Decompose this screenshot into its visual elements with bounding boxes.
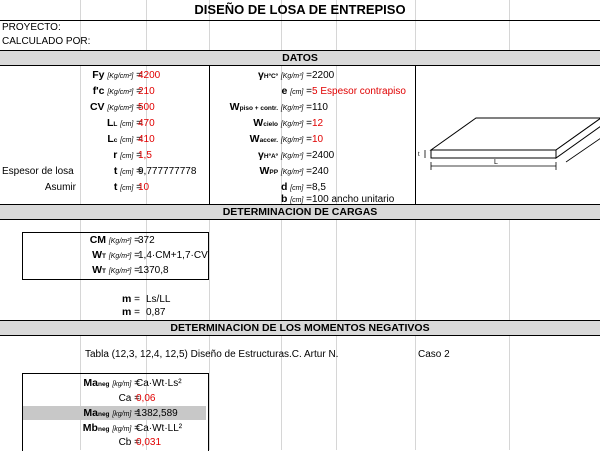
cv-value[interactable]: 500 [138, 101, 155, 114]
wt-label: WT [Kg/m²] = [92, 264, 140, 276]
espesor-label: Espesor de losa [2, 166, 74, 177]
cb-label: Cb = [118, 437, 140, 448]
w-piso-value: 110 [312, 102, 328, 113]
e-label: e [cm] = [281, 85, 312, 97]
slab-drawing: L t [418, 117, 600, 170]
gamma-hc-value: 2200 [312, 70, 335, 81]
w-pp-label: WPP [Kg/m²] = [259, 165, 312, 177]
gamma-ha-label: γHºAº [Kg/m³] = [258, 149, 312, 161]
w-cielo-value[interactable]: 12 [312, 117, 323, 130]
w-cielo-label: Wcielo [Kg/m²] = [253, 117, 312, 129]
diagram-l-label: L [494, 159, 498, 166]
m-ratio-value: Ls/LL [146, 294, 171, 305]
tabla-reference: Tabla (12,3, 12,4, 12,5) Diseño de Estru… [85, 349, 339, 360]
proyecto-label: PROYECTO: [2, 22, 61, 33]
cb-value[interactable]: 0,031 [136, 436, 161, 449]
ma-label: Maneg [kg/m] = [83, 407, 140, 419]
t-assume-value[interactable]: 10 [138, 181, 149, 194]
asumir-label: Asumir [44, 182, 76, 193]
section-cargas: DETERMINACION DE CARGAS [0, 205, 600, 219]
lc-value[interactable]: 410 [138, 133, 155, 146]
slab-diagram: L t [415, 66, 600, 204]
m-ratio-label: m = [122, 293, 140, 305]
t-assume-label: t [cm] = [113, 181, 142, 193]
caso-label: Caso 2 [418, 349, 450, 360]
fy-label: Fy [Kg/cm²] = [92, 69, 142, 81]
cm-label: CM [Kg/m²] = [89, 234, 140, 246]
section-momentos: DETERMINACION DE LOS MOMENTOS NEGATIVOS [0, 321, 600, 335]
e-note: Espesor contrapiso [320, 86, 406, 97]
t-calc-label: t [cm] = [113, 165, 142, 177]
gamma-ha-value: 2400 [312, 150, 335, 161]
ca-label: Ca = [118, 393, 140, 404]
t-calc-value: 9,777777778 [138, 166, 197, 177]
calculado-label: CALCULADO POR: [2, 36, 91, 47]
gamma-hc-label: γHºCº [Kg/m³] = [258, 69, 312, 81]
m-value: 0,87 [146, 307, 166, 318]
e-value[interactable]: 5 Espesor contrapiso [312, 85, 406, 98]
w-piso-label: Wpiso + contr. [Kg/m²] = [229, 101, 312, 113]
ll-label: LL [cm] = [106, 117, 142, 129]
ll-value[interactable]: 470 [138, 117, 155, 130]
ma-value: 1382,589 [136, 408, 178, 419]
mb-formula-label: Mbneg [kg/m] = [82, 422, 140, 434]
mb-formula-value: Ca·Wt·LL² [136, 423, 183, 434]
section-datos: DATOS [0, 51, 600, 65]
cv-label: CV [Kg/cm²] = [89, 101, 142, 113]
r-value[interactable]: 1,5 [138, 149, 152, 162]
ma-formula-value: Ca·Wt·Ls² [136, 378, 182, 389]
fc-value[interactable]: 210 [138, 85, 155, 98]
lc-label: Lc [cm] = [107, 133, 142, 145]
wt-formula-label: WT [Kg/m²] = [92, 249, 140, 261]
ma-formula-label: Maneg [kg/m] = [83, 377, 140, 389]
diagram-t-label: t [418, 152, 420, 158]
wt-formula-value: 1,4·CM+1,7·CV [138, 250, 208, 261]
ca-value[interactable]: 0,06 [136, 392, 155, 405]
w-accer-label: Waccer. [Kg/m²] = [249, 133, 312, 145]
m-label: m = [122, 306, 140, 318]
w-pp-value: 240 [312, 166, 329, 177]
fy-value[interactable]: 4200 [138, 69, 160, 82]
cm-value: 372 [138, 235, 155, 246]
sheet-title: DISEÑO DE LOSA DE ENTREPISO [194, 2, 406, 17]
r-label: r [cm] = [113, 149, 142, 161]
w-accer-value[interactable]: 10 [312, 133, 323, 146]
fc-label: f'c [Kg/cm²] = [92, 85, 142, 97]
wt-value: 1370,8 [138, 265, 169, 276]
